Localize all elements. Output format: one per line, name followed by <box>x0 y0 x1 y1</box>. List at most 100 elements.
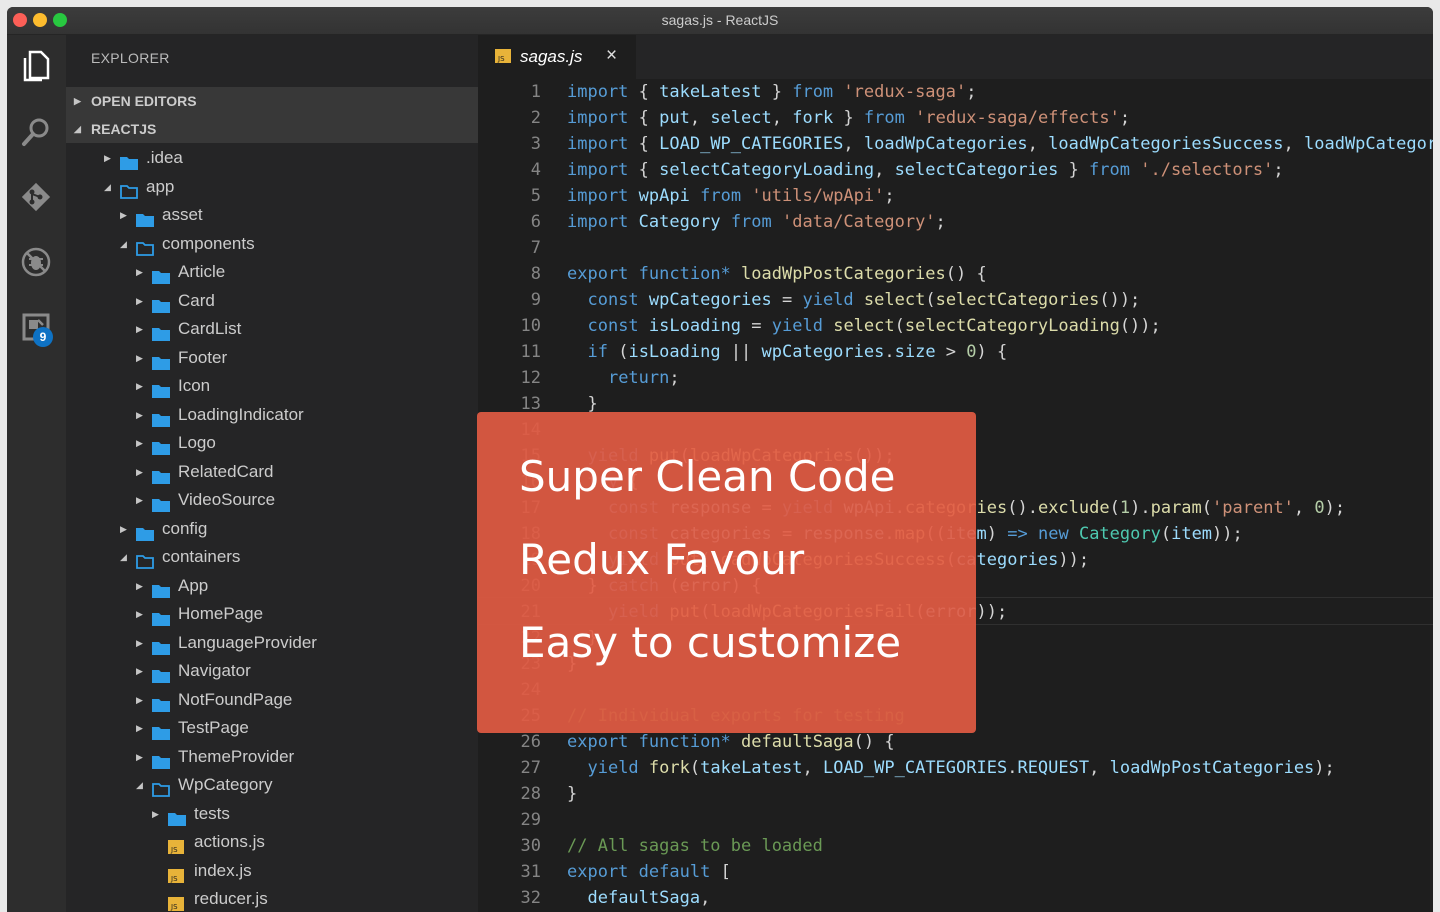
code-token: if <box>587 342 608 362</box>
folder-item[interactable]: ▶ ThemeProvider <box>66 743 478 772</box>
code-token: isLoading <box>628 342 721 362</box>
close-tab-icon[interactable]: × <box>606 45 617 67</box>
folder-item[interactable]: ▶ App <box>66 572 478 601</box>
chevron-right-icon[interactable]: ▶ <box>136 315 143 344</box>
chevron-right-icon[interactable]: ▶ <box>136 629 143 658</box>
chevron-down-icon[interactable]: ◢ <box>120 543 127 572</box>
line-number: 28 <box>520 784 541 804</box>
search-icon[interactable] <box>16 112 56 152</box>
folder-item[interactable]: ▶ LoadingIndicator <box>66 401 478 430</box>
file-item[interactable]: JS actions.js <box>66 828 478 857</box>
chevron-right-icon[interactable]: ▶ <box>136 486 143 515</box>
folder-item[interactable]: ◢ WpCategory <box>66 771 478 800</box>
chevron-right-icon[interactable]: ▶ <box>120 201 127 230</box>
code-token: wpApi <box>638 186 690 206</box>
folder-item[interactable]: ▶ Navigator <box>66 657 478 686</box>
source-control-icon[interactable] <box>16 177 56 217</box>
code-text: defaultSaga, <box>567 885 710 911</box>
chevron-down-icon[interactable]: ◢ <box>104 173 111 202</box>
code-token: [ <box>710 862 731 882</box>
code-token: select <box>833 316 895 336</box>
folder-item[interactable]: ◢ app <box>66 173 478 202</box>
folder-item[interactable]: ▶ TestPage <box>66 714 478 743</box>
code-token: takeLatest <box>700 758 803 778</box>
chevron-right-icon[interactable]: ▶ <box>136 458 143 487</box>
folder-item[interactable]: ▶ asset <box>66 201 478 230</box>
folder-item[interactable]: ▶ Card <box>66 287 478 316</box>
folder-item[interactable]: ▶ Footer <box>66 344 478 373</box>
chevron-right-icon[interactable]: ▶ <box>136 600 143 629</box>
code-token: 'utils/wpApi' <box>751 186 885 206</box>
chevron-right-icon[interactable]: ▶ <box>136 714 143 743</box>
code-token: { <box>628 134 660 154</box>
chevron-right-icon[interactable]: ▶ <box>136 429 143 458</box>
chevron-right-icon[interactable]: ▶ <box>120 515 127 544</box>
folder-item[interactable]: ▶ RelatedCard <box>66 458 478 487</box>
folder-item[interactable]: ◢ containers <box>66 543 478 572</box>
chevron-right-icon[interactable]: ▶ <box>136 686 143 715</box>
chevron-down-icon[interactable]: ◢ <box>120 230 127 259</box>
code-token: ); <box>1314 758 1335 778</box>
chevron-right-icon[interactable]: ▶ <box>136 657 143 686</box>
code-token: import <box>567 82 629 102</box>
folder-item[interactable]: ▶ NotFoundPage <box>66 686 478 715</box>
code-token: function* <box>638 732 731 752</box>
code-token: import <box>567 134 629 154</box>
code-token: './selectors' <box>1140 160 1274 180</box>
folder-item[interactable]: ▶ Logo <box>66 429 478 458</box>
code-token: import <box>567 108 629 128</box>
code-token: = <box>771 290 803 310</box>
chevron-right-icon[interactable]: ▶ <box>136 287 143 316</box>
code-token: return <box>607 368 670 388</box>
code-token: ; <box>669 368 680 388</box>
chevron-right-icon[interactable]: ▶ <box>104 144 111 173</box>
chevron-right-icon[interactable]: ▶ <box>152 800 159 829</box>
explorer-icon[interactable] <box>16 47 56 87</box>
tree-item-label: app <box>146 176 175 196</box>
code-token: { <box>628 108 660 128</box>
code-token: . <box>1007 758 1018 778</box>
code-token: ; <box>1273 160 1284 180</box>
code-token: size <box>894 342 936 362</box>
chevron-right-icon[interactable]: ▶ <box>136 572 143 601</box>
folder-item[interactable]: ▶ Article <box>66 258 478 287</box>
tree-item-label: HomePage <box>178 604 264 623</box>
title-bar: sagas.js - ReactJS <box>7 7 1433 35</box>
chevron-right-icon[interactable]: ▶ <box>136 258 143 287</box>
file-item[interactable]: JS reducer.js <box>66 885 478 912</box>
folder-item[interactable]: ▶ CardList <box>66 315 478 344</box>
code-line: 1 import { takeLatest } from 'redux-saga'… <box>478 79 1433 105</box>
chevron-right-icon[interactable]: ▶ <box>136 344 143 373</box>
tree-item-label: Card <box>178 290 215 310</box>
chevron-right-icon[interactable]: ▶ <box>136 401 143 430</box>
folder-item[interactable]: ▶ Icon <box>66 372 478 401</box>
section-open-editors[interactable]: ▶ OPEN EDITORS <box>66 87 478 115</box>
tree-item-label: components <box>162 233 255 253</box>
code-token: selectCategoryLoading <box>659 160 875 180</box>
folder-item[interactable]: ▶ .idea <box>66 144 478 173</box>
chevron-down-icon[interactable]: ◢ <box>136 771 143 800</box>
section-reactjs[interactable]: ◢ REACTJS <box>66 115 478 143</box>
folder-item[interactable]: ◢ components <box>66 230 478 259</box>
tree-item-label: Icon <box>178 376 211 395</box>
code-token: , <box>1283 134 1304 154</box>
file-item[interactable]: JS index.js <box>66 857 478 886</box>
code-token: )); <box>1058 550 1090 570</box>
tab-bar: JS sagas.js × <box>478 35 1433 79</box>
tab-sagas-js[interactable]: JS sagas.js × <box>478 35 636 79</box>
tree-item-label: Article <box>178 262 226 281</box>
code-token: , <box>1027 134 1049 154</box>
chevron-right-icon[interactable]: ▶ <box>136 372 143 401</box>
code-token: // All sagas to be loaded <box>567 836 823 856</box>
folder-item[interactable]: ▶ config <box>66 515 478 544</box>
debug-icon[interactable] <box>16 242 56 282</box>
code-line: 32 defaultSaga, <box>478 885 1433 911</box>
folder-item[interactable]: ▶ LanguageProvider <box>66 629 478 658</box>
folder-item[interactable]: ▶ VideoSource <box>66 486 478 515</box>
folder-item[interactable]: ▶ HomePage <box>66 600 478 629</box>
chevron-right-icon[interactable]: ▶ <box>136 743 143 772</box>
folder-item[interactable]: ▶ tests <box>66 800 478 829</box>
